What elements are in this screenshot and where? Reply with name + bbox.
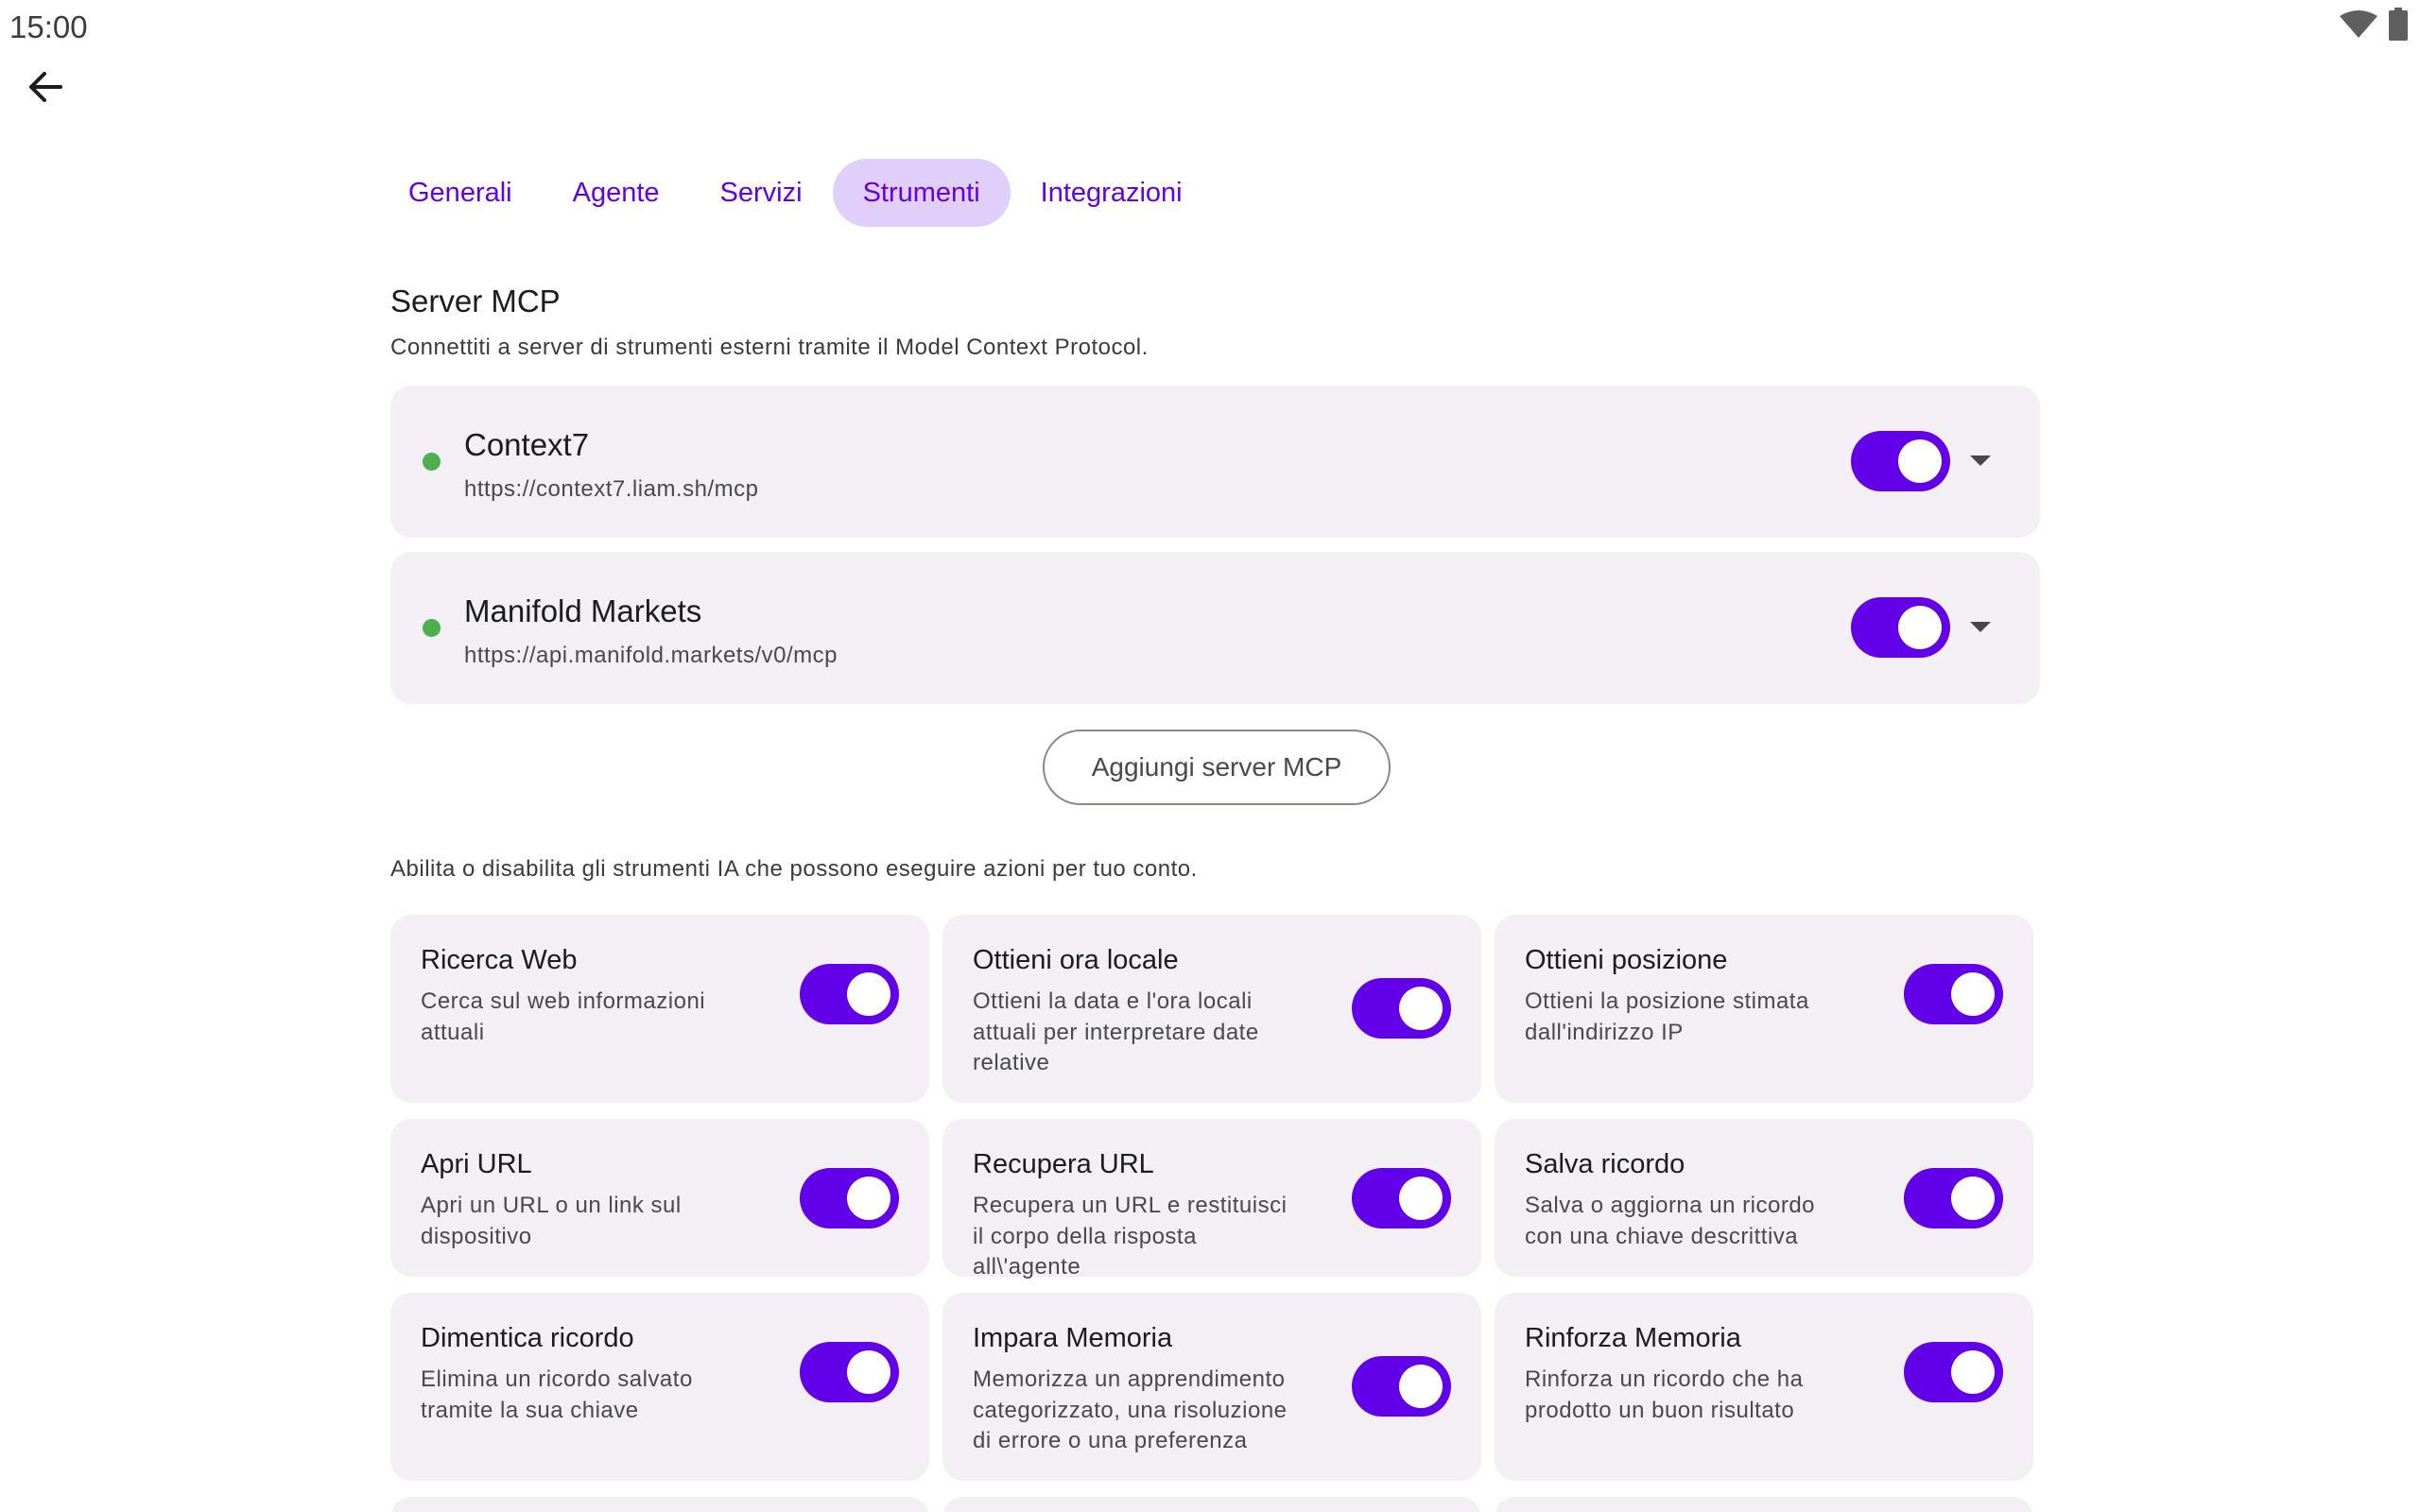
mcp-server-url: https://api.manifold.markets/v0/mcp	[464, 643, 838, 668]
toggle-knob	[1951, 1177, 1995, 1220]
tool-description: Salva o aggiorna un ricordo con una chia…	[1525, 1193, 1816, 1249]
tool-description: Memorizza un apprendimento categorizzato…	[973, 1366, 1288, 1453]
settings-page: 15:00 Generali Agente Servizi Strumenti …	[0, 0, 2420, 1512]
tool-description: Apri un URL o un link sul dispositivo	[421, 1193, 682, 1249]
toggle-knob	[1898, 606, 1942, 649]
mcp-server-card[interactable]: Manifold Markets https://api.manifold.ma…	[390, 552, 2040, 704]
tool-description: Elimina un ricordo salvato tramite la su…	[421, 1366, 693, 1423]
tool-toggle[interactable]	[1904, 1342, 2003, 1402]
status-time: 15:00	[9, 9, 88, 44]
tool-card	[942, 1497, 1481, 1512]
tool-card	[1495, 1497, 2033, 1512]
toggle-knob	[1399, 1177, 1443, 1220]
tool-description: Recupera un URL e restituisci il corpo d…	[973, 1193, 1288, 1280]
tool-description: Rinforza un ricordo che ha prodotto un b…	[1525, 1366, 1804, 1423]
mcp-server-name: Manifold Markets	[464, 593, 702, 628]
tool-card-reinforce-memory: Rinforza Memoria Rinforza un ricordo che…	[1495, 1293, 2033, 1481]
tool-title: Dimentica ricordo	[421, 1323, 634, 1353]
tool-toggle[interactable]	[1352, 1356, 1451, 1417]
connected-status-dot	[423, 619, 441, 637]
wifi-icon	[2339, 10, 2378, 43]
connected-status-dot	[423, 453, 441, 471]
arrow-drop-down-icon	[1970, 455, 1991, 472]
tab-agente[interactable]: Agente	[543, 159, 690, 227]
tool-title: Ricerca Web	[421, 945, 578, 975]
tool-toggle[interactable]	[800, 964, 899, 1024]
toggle-knob	[1951, 1350, 1995, 1394]
tool-toggle[interactable]	[800, 1342, 899, 1402]
mcp-server-card[interactable]: Context7 https://context7.liam.sh/mcp	[390, 386, 2040, 538]
arrow-back-icon	[26, 68, 64, 111]
tab-integrazioni[interactable]: Integrazioni	[1011, 159, 1213, 227]
mcp-server-toggle[interactable]	[1851, 431, 1950, 491]
tool-title: Ottieni posizione	[1525, 945, 1728, 975]
toggle-knob	[1898, 439, 1942, 483]
status-icons	[2339, 8, 2409, 46]
tool-description: Cerca sul web informazioni attuali	[421, 988, 706, 1045]
tool-card-forget-memory: Dimentica ricordo Elimina un ricordo sal…	[390, 1293, 929, 1481]
toggle-knob	[1399, 1365, 1443, 1408]
tool-description: Ottieni la posizione stimata dall'indiri…	[1525, 988, 1809, 1045]
add-mcp-server-button[interactable]: Aggiungi server MCP	[1043, 730, 1391, 805]
tool-card-fetch-url: Recupera URL Recupera un URL e restituis…	[942, 1119, 1481, 1280]
battery-icon	[2388, 8, 2409, 46]
tab-generali[interactable]: Generali	[378, 159, 543, 227]
tool-description: Ottieni la data e l'ora locali attuali p…	[973, 988, 1259, 1075]
tool-card-location: Ottieni posizione Ottieni la posizione s…	[1495, 915, 2033, 1103]
mcp-server-url: https://context7.liam.sh/mcp	[464, 476, 759, 502]
tool-toggle[interactable]	[1352, 978, 1451, 1039]
mcp-section-description: Connettiti a server di strumenti esterni…	[390, 335, 1149, 360]
toggle-knob	[847, 1177, 890, 1220]
toggle-knob	[847, 1350, 890, 1394]
expand-button[interactable]	[1962, 444, 1999, 482]
tool-title: Impara Memoria	[973, 1323, 1173, 1353]
tool-title: Salva ricordo	[1525, 1149, 1685, 1179]
toggle-knob	[1951, 972, 1995, 1016]
mcp-server-toggle[interactable]	[1851, 597, 1950, 658]
tool-title: Ottieni ora locale	[973, 945, 1179, 975]
settings-tabs: Generali Agente Servizi Strumenti Integr…	[378, 159, 1213, 227]
back-button[interactable]	[11, 55, 79, 123]
toggle-knob	[1399, 987, 1443, 1030]
arrow-drop-down-icon	[1970, 621, 1991, 638]
tool-card-open-url: Apri URL Apri un URL o un link sul dispo…	[390, 1119, 929, 1277]
tool-card-web-search: Ricerca Web Cerca sul web informazioni a…	[390, 915, 929, 1103]
tool-toggle[interactable]	[1904, 964, 2003, 1024]
tool-card-learn-memory: Impara Memoria Memorizza un apprendiment…	[942, 1293, 1481, 1481]
tool-card-local-time: Ottieni ora locale Ottieni la data e l'o…	[942, 915, 1481, 1103]
tab-strumenti[interactable]: Strumenti	[832, 159, 1011, 227]
toggle-knob	[847, 972, 890, 1016]
tool-card	[390, 1497, 929, 1512]
tool-title: Rinforza Memoria	[1525, 1323, 1741, 1353]
expand-button[interactable]	[1962, 610, 1999, 648]
tool-toggle[interactable]	[1904, 1168, 2003, 1228]
mcp-server-name: Context7	[464, 427, 590, 462]
mcp-section-title: Server MCP	[390, 284, 561, 318]
tool-card-save-memory: Salva ricordo Salva o aggiorna un ricord…	[1495, 1119, 2033, 1277]
tool-title: Recupera URL	[973, 1149, 1154, 1179]
tool-title: Apri URL	[421, 1149, 532, 1179]
tab-servizi[interactable]: Servizi	[690, 159, 833, 227]
tool-toggle[interactable]	[800, 1168, 899, 1228]
tools-section-description: Abilita o disabilita gli strumenti IA ch…	[390, 856, 1198, 882]
tool-toggle[interactable]	[1352, 1168, 1451, 1228]
